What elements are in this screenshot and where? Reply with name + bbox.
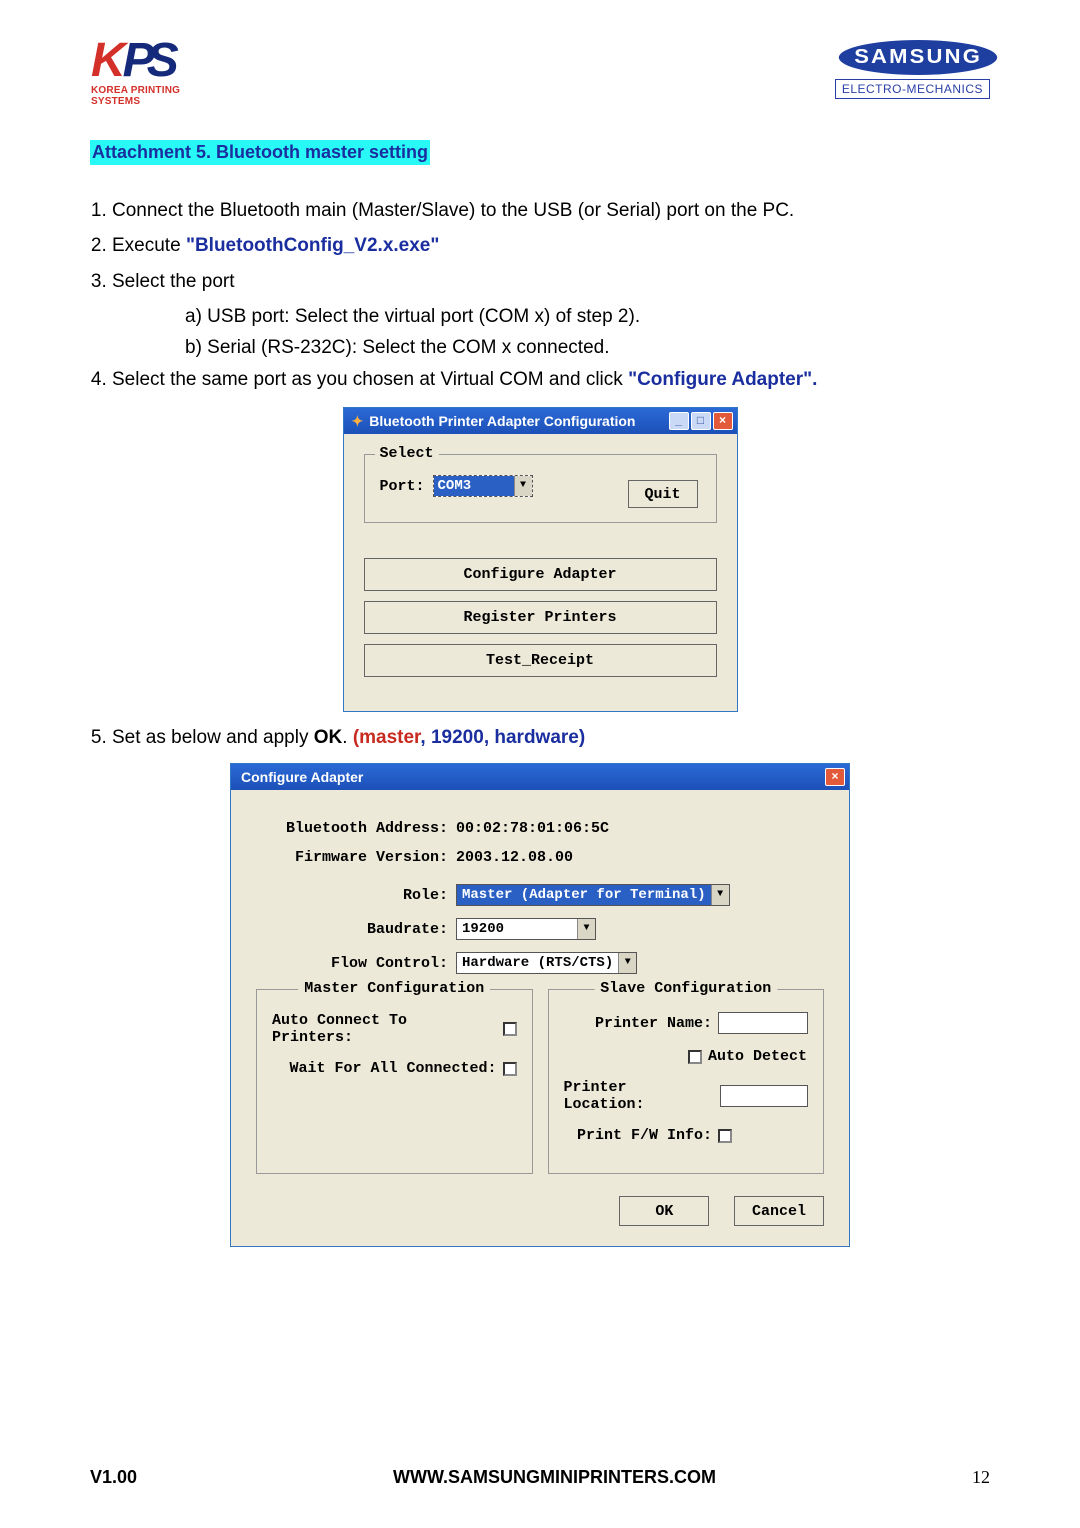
steps-list-cont: Select the same port as you chosen at Vi…: [90, 364, 990, 395]
bt-address-label: Bluetooth Address:: [256, 820, 456, 837]
chevron-down-icon: ▼: [711, 885, 729, 905]
register-printers-button[interactable]: Register Printers: [364, 601, 717, 634]
bluetooth-config-dialog: ✦ Bluetooth Printer Adapter Configuratio…: [343, 407, 738, 712]
chevron-down-icon: ▼: [577, 919, 595, 939]
select-group: Select Port: COM3 ▼ Quit: [364, 454, 717, 523]
samsung-text: SAMSUNG: [839, 40, 998, 75]
cancel-button[interactable]: Cancel: [734, 1196, 824, 1226]
bt-address-value: 00:02:78:01:06:5C: [456, 820, 609, 837]
configure-adapter-dialog: Configure Adapter × Bluetooth Address: 0…: [230, 763, 850, 1247]
select-group-title: Select: [375, 445, 439, 462]
samsung-logo: SAMSUNG ELECTRO-MECHANICS: [835, 40, 990, 99]
flow-control-label: Flow Control:: [256, 955, 456, 972]
step-2: Execute "BluetoothConfig_V2.x.exe": [112, 230, 990, 261]
page-footer: V1.00 WWW.SAMSUNGMINIPRINTERS.COM 12: [90, 1467, 990, 1488]
minimize-button[interactable]: _: [669, 412, 689, 430]
bluetooth-icon: ✦: [352, 413, 364, 430]
step-1: Connect the Bluetooth main (Master/Slave…: [112, 195, 990, 226]
master-config-title: Master Configuration: [298, 980, 490, 997]
auto-connect-checkbox[interactable]: [503, 1022, 517, 1036]
footer-url: WWW.SAMSUNGMINIPRINTERS.COM: [393, 1467, 716, 1488]
step-3: Select the port: [112, 266, 990, 297]
printer-location-input[interactable]: [720, 1085, 808, 1107]
auto-connect-label: Auto Connect To Printers:: [272, 1012, 497, 1046]
test-receipt-button[interactable]: Test_Receipt: [364, 644, 717, 677]
ok-button[interactable]: OK: [619, 1196, 709, 1226]
firmware-value: 2003.12.08.00: [456, 849, 573, 866]
dialog1-titlebar: ✦ Bluetooth Printer Adapter Configuratio…: [344, 408, 737, 434]
steps-list-5: Set as below and apply OK. (master, 1920…: [90, 722, 990, 753]
step-5: Set as below and apply OK. (master, 1920…: [112, 722, 990, 753]
dialog2-title: Configure Adapter: [241, 769, 363, 785]
dialog2-titlebar: Configure Adapter ×: [231, 764, 849, 790]
auto-detect-label: Auto Detect: [708, 1048, 808, 1065]
close-button-2[interactable]: ×: [825, 768, 845, 786]
slave-config-group: Slave Configuration Printer Name: Auto D…: [548, 989, 825, 1174]
printer-name-input[interactable]: [718, 1012, 808, 1034]
print-fw-checkbox[interactable]: [718, 1129, 732, 1143]
role-value: Master (Adapter for Terminal): [457, 885, 711, 905]
baudrate-label: Baudrate:: [256, 921, 456, 938]
port-label: Port:: [380, 478, 425, 495]
step-3b: b) Serial (RS-232C): Select the COM x co…: [185, 332, 990, 363]
chevron-down-icon: ▼: [618, 953, 636, 973]
maximize-button[interactable]: □: [691, 412, 711, 430]
printer-location-label: Printer Location:: [564, 1079, 714, 1113]
configure-adapter-button[interactable]: Configure Adapter: [364, 558, 717, 591]
printer-name-label: Printer Name:: [595, 1015, 712, 1032]
section-heading: Attachment 5. Bluetooth master setting: [90, 140, 430, 165]
kps-logo: KPS KOREA PRINTING SYSTEMS: [90, 40, 220, 110]
print-fw-label: Print F/W Info:: [577, 1127, 712, 1144]
auto-detect-checkbox[interactable]: [688, 1050, 702, 1064]
close-button[interactable]: ×: [713, 412, 733, 430]
slave-config-title: Slave Configuration: [594, 980, 777, 997]
role-label: Role:: [256, 887, 456, 904]
baudrate-combo[interactable]: 19200 ▼: [456, 918, 596, 940]
footer-page-number: 12: [972, 1467, 990, 1488]
dialog1-title: Bluetooth Printer Adapter Configuration: [369, 413, 635, 429]
master-config-group: Master Configuration Auto Connect To Pri…: [256, 989, 533, 1174]
wait-all-label: Wait For All Connected:: [289, 1060, 496, 1077]
wait-all-checkbox[interactable]: [503, 1062, 517, 1076]
port-value: COM3: [434, 476, 514, 496]
port-combo[interactable]: COM3 ▼: [433, 475, 533, 497]
chevron-down-icon: ▼: [514, 476, 532, 496]
flow-control-combo[interactable]: Hardware (RTS/CTS) ▼: [456, 952, 637, 974]
quit-button[interactable]: Quit: [628, 480, 698, 508]
steps-list: Connect the Bluetooth main (Master/Slave…: [90, 195, 990, 297]
baudrate-value: 19200: [457, 919, 577, 939]
configure-adapter-ref: "Configure Adapter".: [628, 369, 817, 390]
firmware-label: Firmware Version:: [256, 849, 456, 866]
flow-control-value: Hardware (RTS/CTS): [457, 953, 618, 973]
samsung-subtitle: ELECTRO-MECHANICS: [835, 79, 990, 99]
exe-name: "BluetoothConfig_V2.x.exe": [186, 235, 439, 256]
step-3a: a) USB port: Select the virtual port (CO…: [185, 301, 990, 332]
kps-subtitle: KOREA PRINTING SYSTEMS: [91, 85, 219, 107]
step-4: Select the same port as you chosen at Vi…: [112, 364, 990, 395]
role-combo[interactable]: Master (Adapter for Terminal) ▼: [456, 884, 730, 906]
footer-version: V1.00: [90, 1467, 137, 1488]
page-header: KPS KOREA PRINTING SYSTEMS SAMSUNG ELECT…: [90, 40, 990, 110]
